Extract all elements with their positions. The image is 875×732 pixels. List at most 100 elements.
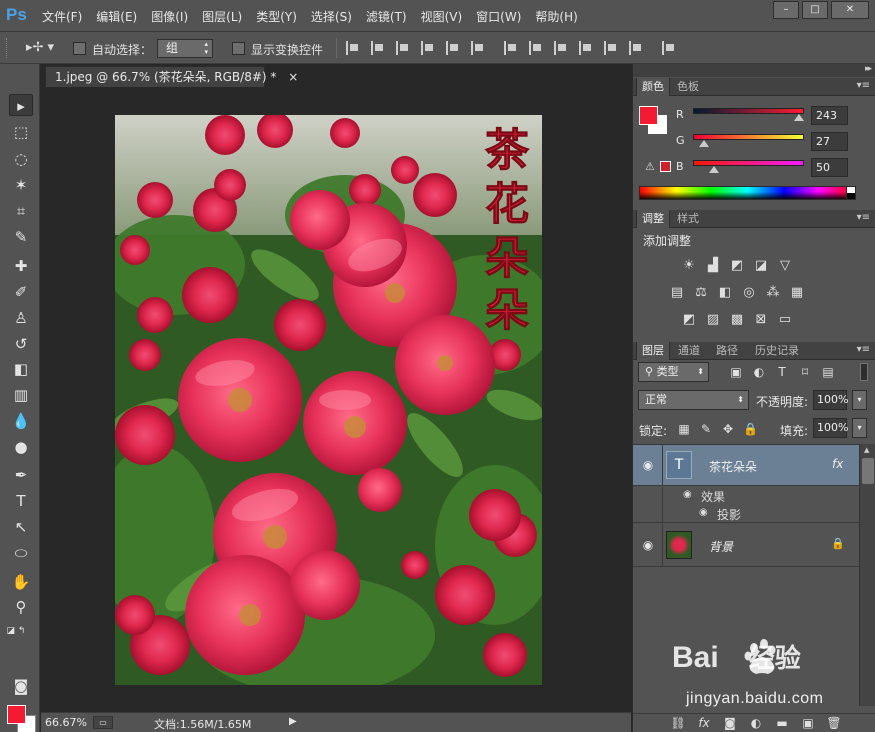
align-right-icon[interactable] <box>471 41 485 55</box>
opacity-field[interactable]: 100% <box>813 390 848 410</box>
background-layer-name[interactable]: 背景 <box>709 538 733 555</box>
curves-icon[interactable]: ◩ <box>729 258 745 274</box>
red-slider[interactable] <box>693 108 804 114</box>
selective-color-icon[interactable]: ⊠ <box>753 312 769 328</box>
tab-swatches[interactable]: 色板 <box>671 78 705 96</box>
status-preview-icon[interactable]: ▭ <box>93 716 113 729</box>
move-tool-icon[interactable]: ▸ <box>9 94 33 116</box>
menu-type[interactable]: 类型(Y) <box>256 8 297 25</box>
levels-icon[interactable]: ▟ <box>705 258 721 274</box>
align-left-icon[interactable] <box>421 41 435 55</box>
status-menu-arrow-icon[interactable]: ▶ <box>289 716 297 727</box>
brush-tool-icon[interactable]: ✐ <box>9 281 33 303</box>
menu-layer[interactable]: 图层(L) <box>202 8 242 25</box>
distribute-top-icon[interactable] <box>504 41 518 55</box>
menu-filter[interactable]: 滤镜(T) <box>366 8 407 25</box>
new-layer-icon[interactable]: ▣ <box>800 716 816 731</box>
fill-dropdown-button[interactable]: ▾ <box>852 418 867 438</box>
filter-adjustment-icon[interactable]: ◐ <box>751 364 767 380</box>
new-group-icon[interactable]: ▬ <box>774 716 790 731</box>
tab-styles[interactable]: 样式 <box>671 210 705 228</box>
crop-tool-icon[interactable]: ⌗ <box>9 200 33 222</box>
panel-menu-icon[interactable]: ▾≡ <box>857 212 870 223</box>
options-grip[interactable] <box>6 38 9 58</box>
foreground-color-swatch[interactable] <box>7 705 26 724</box>
layers-scrollbar[interactable]: ▲ <box>859 444 875 706</box>
lock-transparent-icon[interactable]: ▦ <box>677 422 691 436</box>
path-select-icon[interactable]: ↖ <box>9 516 33 538</box>
close-button[interactable]: ✕ <box>831 1 869 19</box>
vibrance-icon[interactable]: ▽ <box>777 258 793 274</box>
brightness-contrast-icon[interactable]: ☀ <box>681 258 697 274</box>
close-icon[interactable]: × <box>288 70 298 84</box>
opacity-dropdown-button[interactable]: ▾ <box>852 390 867 410</box>
blend-mode-dropdown[interactable]: 正常 ⬍ <box>638 390 749 410</box>
layer-kind-filter[interactable]: ⚲ 类型 ⬍ <box>638 362 709 382</box>
trash-icon[interactable]: 🗑 <box>826 716 842 731</box>
filter-pixel-icon[interactable]: ▣ <box>728 364 744 380</box>
eraser-tool-icon[interactable]: ◧ <box>9 358 33 380</box>
marquee-tool-icon[interactable]: ⬚ <box>9 121 33 143</box>
exposure-icon[interactable]: ◪ <box>753 258 769 274</box>
scrollbar-thumb[interactable] <box>862 458 874 484</box>
distribute-right-icon[interactable] <box>629 41 643 55</box>
menu-help[interactable]: 帮助(H) <box>535 8 577 25</box>
distribute-bottom-icon[interactable] <box>554 41 568 55</box>
color-spectrum-bar[interactable] <box>639 186 856 200</box>
history-brush-icon[interactable]: ↺ <box>9 333 33 355</box>
fx-badge[interactable]: fx <box>832 457 843 471</box>
tab-layers[interactable]: 图层 <box>636 342 670 360</box>
green-slider[interactable] <box>693 134 804 140</box>
show-transform-checkbox[interactable] <box>232 42 245 55</box>
tab-channels[interactable]: 通道 <box>671 342 707 360</box>
effects-row[interactable]: ◉ 效果 <box>633 487 859 505</box>
distribute-vcenter-icon[interactable] <box>529 41 543 55</box>
gradient-map-icon[interactable]: ▭ <box>777 312 793 328</box>
quick-mask-icon[interactable]: ◙ <box>9 675 33 697</box>
lock-position-icon[interactable]: ✥ <box>721 422 735 436</box>
filter-shape-icon[interactable]: ⌑ <box>797 364 813 380</box>
eye-icon[interactable]: ◉ <box>640 537 656 553</box>
lasso-tool-icon[interactable]: ◌ <box>9 148 33 170</box>
menu-view[interactable]: 视图(V) <box>421 8 463 25</box>
add-mask-icon[interactable]: ◙ <box>722 716 738 731</box>
scroll-up-icon[interactable]: ▲ <box>864 446 869 454</box>
color-panel-foreground[interactable] <box>639 106 658 125</box>
eye-icon[interactable]: ◉ <box>683 489 692 500</box>
menu-edit[interactable]: 编辑(E) <box>96 8 137 25</box>
minimize-button[interactable]: – <box>773 1 799 19</box>
auto-select-dropdown[interactable]: 组 <box>157 39 213 58</box>
red-slider-thumb[interactable] <box>794 114 804 121</box>
channel-mixer-icon[interactable]: ⁂ <box>765 285 781 301</box>
menu-file[interactable]: 文件(F) <box>42 8 82 25</box>
filter-type-icon[interactable]: T <box>774 364 790 380</box>
canvas-image[interactable]: 茶 花 朵 朵 <box>115 115 542 685</box>
eyedropper-icon[interactable]: ✎ <box>9 226 33 248</box>
pen-tool-icon[interactable]: ✒ <box>9 464 33 486</box>
black-white-icon[interactable]: ◧ <box>717 285 733 301</box>
auto-select-checkbox[interactable] <box>73 42 86 55</box>
photo-filter-icon[interactable]: ◎ <box>741 285 757 301</box>
layer-row-background[interactable]: ◉ 背景 🔒 <box>633 524 859 567</box>
new-adjustment-icon[interactable]: ◐ <box>748 716 764 731</box>
align-hcenter-icon[interactable] <box>446 41 460 55</box>
tab-adjustments[interactable]: 调整 <box>636 210 670 228</box>
move-tool-preset-icon[interactable]: ▸✢ ▾ <box>26 40 54 55</box>
auto-align-icon[interactable] <box>662 41 676 55</box>
blue-value-field[interactable]: 50 <box>811 158 848 177</box>
document-tab[interactable]: 1.jpeg @ 66.7% (茶花朵朵, RGB/8#) * × <box>45 66 298 87</box>
hue-saturation-icon[interactable]: ▤ <box>669 285 685 301</box>
text-layer-name[interactable]: 茶花朵朵 <box>709 458 757 475</box>
invert-icon[interactable]: ◩ <box>681 312 697 328</box>
menu-select[interactable]: 选择(S) <box>311 8 352 25</box>
layer-row-text[interactable]: ◉ T 茶花朵朵 fx <box>633 445 859 486</box>
panel-menu-icon[interactable]: ▾≡ <box>857 80 870 91</box>
lock-pixels-icon[interactable]: ✎ <box>699 422 713 436</box>
filter-toggle-switch[interactable] <box>860 363 868 381</box>
healing-brush-icon[interactable]: ✚ <box>9 255 33 277</box>
threshold-icon[interactable]: ▩ <box>729 312 745 328</box>
gamut-warning-icon[interactable]: ⚠ <box>645 160 655 173</box>
gradient-tool-icon[interactable]: ▥ <box>9 384 33 406</box>
zoom-level[interactable]: 66.67% <box>45 716 87 729</box>
blur-tool-icon[interactable]: 💧 <box>9 410 33 432</box>
